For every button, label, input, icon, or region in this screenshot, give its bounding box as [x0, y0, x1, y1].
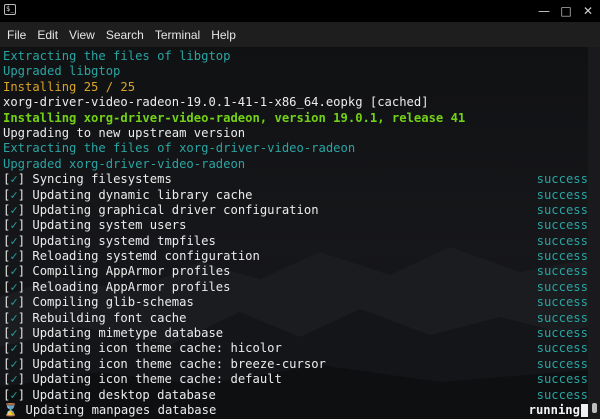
title-bar: $_ — □ ✕ — [0, 0, 600, 22]
task-label: Compiling AppArmor profiles — [32, 264, 231, 279]
log-line: Installing xorg-driver-video-radeon, ver… — [3, 110, 466, 125]
task-list: [✓] Syncing filesystems success [✓] Updati… — [0, 172, 588, 418]
task-label: Updating systemd tmpfiles — [32, 233, 216, 248]
checkmark-icon: [✓] — [3, 341, 26, 356]
checkmark-icon: [✓] — [3, 387, 26, 402]
task-label: Updating graphical driver configuration — [32, 202, 319, 217]
task-label: Compiling glib-schemas — [32, 295, 194, 310]
status-success: success — [536, 202, 588, 217]
minimize-icon[interactable]: — — [536, 3, 552, 19]
scrollbar-thumb[interactable] — [592, 403, 597, 413]
menu-file[interactable]: File — [7, 28, 26, 42]
menu-bar: File Edit View Search Terminal Help — [0, 22, 600, 47]
checkmark-icon: [✓] — [3, 249, 26, 264]
task-row: ⌛ Updating manpages database running — [0, 403, 588, 418]
log-line: Installing 25 / 25 — [3, 79, 136, 94]
status-success: success — [536, 326, 588, 341]
status-success: success — [536, 341, 588, 356]
task-label: Updating desktop database — [32, 387, 216, 402]
menu-view[interactable]: View — [69, 28, 95, 42]
task-label: Syncing filesystems — [32, 172, 172, 187]
task-label: Updating dynamic library cache — [32, 187, 253, 202]
task-row: [✓] Updating systemd tmpfiles success — [0, 234, 588, 249]
task-row: [✓] Updating icon theme cache: default su… — [0, 372, 588, 387]
checkmark-icon: [✓] — [3, 279, 26, 294]
checkmark-icon: [✓] — [3, 218, 26, 233]
menu-help[interactable]: Help — [211, 28, 236, 42]
menu-edit[interactable]: Edit — [37, 28, 58, 42]
task-row: [✓] Updating icon theme cache: hicolor su… — [0, 341, 588, 356]
menu-terminal[interactable]: Terminal — [155, 28, 200, 42]
task-row: [✓] Updating dynamic library cache succes… — [0, 188, 588, 203]
task-row: [✓] Updating graphical driver configurat… — [0, 203, 588, 218]
checkmark-icon: [✓] — [3, 310, 26, 325]
checkmark-icon: [✓] — [3, 172, 26, 187]
task-row: [✓] Updating system users success — [0, 218, 588, 233]
status-success: success — [536, 264, 588, 279]
log-line: Upgraded xorg-driver-video-radeon — [3, 156, 246, 171]
task-label: Reloading systemd configuration — [32, 249, 260, 264]
task-label: Updating manpages database — [25, 402, 217, 417]
task-label: Rebuilding font cache — [32, 310, 187, 325]
status-success: success — [536, 233, 588, 248]
status-running: running — [528, 402, 580, 417]
status-success: success — [536, 356, 588, 371]
checkmark-icon: [✓] — [3, 295, 26, 310]
task-label: Reloading AppArmor profiles — [32, 279, 231, 294]
status-success: success — [536, 387, 588, 402]
task-row: [✓] Compiling AppArmor profiles success — [0, 264, 588, 279]
task-row: [✓] Rebuilding font cache success — [0, 311, 588, 326]
scrollbar[interactable] — [588, 47, 600, 419]
status-success: success — [536, 187, 588, 202]
log-line: Extracting the files of libgtop — [3, 49, 231, 63]
task-label: Updating mimetype database — [32, 326, 224, 341]
menu-search[interactable]: Search — [106, 28, 144, 42]
terminal-icon: $_ — [4, 4, 16, 15]
text-cursor — [581, 403, 588, 417]
task-label: Updating icon theme cache: hicolor — [32, 341, 282, 356]
hourglass-icon: ⌛ — [3, 402, 19, 417]
checkmark-icon: [✓] — [3, 233, 26, 248]
task-row: [✓] Updating desktop database success — [0, 388, 588, 403]
status-success: success — [536, 172, 588, 187]
checkmark-icon: [✓] — [3, 356, 26, 371]
task-row: [✓] Reloading systemd configuration succe… — [0, 249, 588, 264]
checkmark-icon: [✓] — [3, 372, 26, 387]
status-success: success — [536, 218, 588, 233]
terminal-lines: Extracting the files of libgtop Upgraded… — [0, 49, 588, 418]
terminal-output[interactable]: Extracting the files of libgtop Upgraded… — [0, 47, 600, 419]
status-success: success — [536, 295, 588, 310]
log-line: xorg-driver-video-radeon-19.0.1-41-1-x86… — [3, 95, 429, 110]
task-row: [✓] Updating mimetype database success — [0, 326, 588, 341]
checkmark-icon: [✓] — [3, 202, 26, 217]
status-success: success — [536, 249, 588, 264]
checkmark-icon: [✓] — [3, 187, 26, 202]
task-label: Updating icon theme cache: default — [32, 372, 282, 387]
task-label: Updating icon theme cache: breeze-cursor — [32, 356, 326, 371]
log-line: Upgraded libgtop — [3, 64, 121, 79]
close-icon[interactable]: ✕ — [580, 3, 596, 19]
checkmark-icon: [✓] — [3, 264, 26, 279]
status-success: success — [536, 279, 588, 294]
log-line: Extracting the files of xorg-driver-vide… — [3, 141, 356, 156]
task-label: Updating system users — [32, 218, 187, 233]
task-row: [✓] Updating icon theme cache: breeze-cu… — [0, 357, 588, 372]
maximize-icon[interactable]: □ — [558, 3, 574, 19]
log-line: Upgrading to new upstream version — [3, 125, 246, 140]
checkmark-icon: [✓] — [3, 326, 26, 341]
task-row: [✓] Reloading AppArmor profiles success — [0, 280, 588, 295]
status-success: success — [536, 310, 588, 325]
task-row: [✓] Compiling glib-schemas success — [0, 295, 588, 310]
task-row: [✓] Syncing filesystems success — [0, 172, 588, 187]
status-success: success — [536, 372, 588, 387]
